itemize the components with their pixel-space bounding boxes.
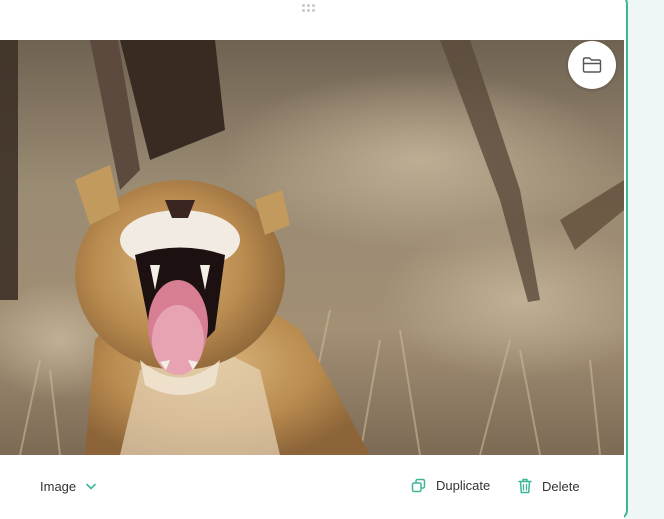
page: Image Duplicate Delete	[0, 0, 664, 519]
duplicate-icon	[411, 478, 426, 493]
block-image[interactable]	[0, 40, 624, 455]
delete-label: Delete	[542, 478, 580, 494]
delete-button[interactable]: Delete	[518, 478, 580, 494]
duplicate-label: Duplicate	[436, 478, 491, 493]
folder-icon	[582, 57, 602, 73]
trash-icon	[518, 478, 532, 494]
duplicate-button[interactable]: Duplicate	[411, 478, 490, 493]
drag-dots-icon[interactable]	[302, 4, 316, 14]
block-type-select[interactable]: Image	[40, 479, 96, 494]
right-gutter	[625, 0, 664, 519]
block-footer: Image Duplicate Delete	[0, 455, 624, 519]
chevron-down-icon	[86, 483, 96, 490]
block-type-value: Image	[40, 479, 77, 494]
folder-button[interactable]	[568, 41, 616, 89]
lioness-image	[0, 40, 624, 455]
